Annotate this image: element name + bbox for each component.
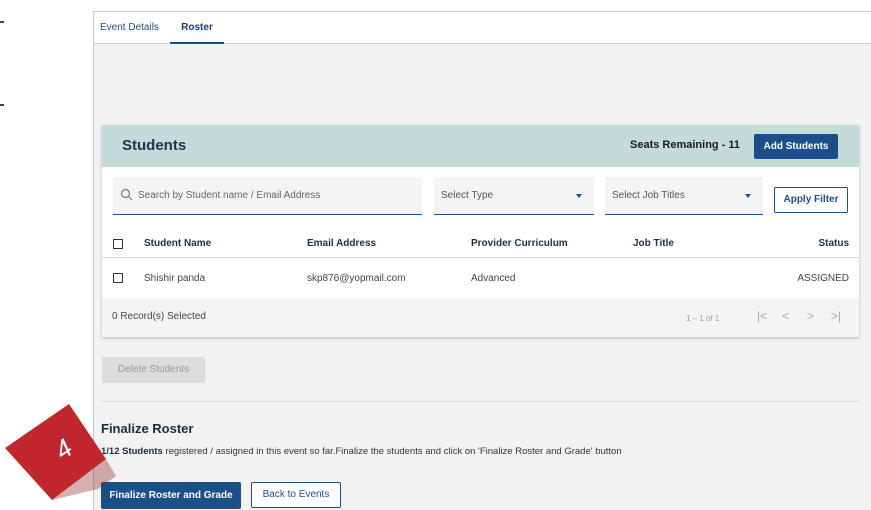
next-page-icon[interactable]: >	[807, 309, 814, 323]
records-selected: 0 Record(s) Selected	[112, 311, 206, 322]
tab-bar: Event Details Roster	[94, 12, 871, 44]
students-header: Students Seats Remaining - 11 Add Studen…	[102, 125, 859, 167]
filter-bar: Search by Student name / Email Address S…	[102, 167, 859, 215]
chevron-down-icon	[576, 194, 582, 198]
student-status: ASSIGNED	[797, 272, 849, 284]
section-divider	[102, 401, 859, 402]
margin-dot	[0, 104, 4, 106]
student-curriculum: Advanced	[471, 272, 516, 284]
pagination-range: 1 – 1 of 1	[686, 314, 720, 323]
column-header-status[interactable]: Status	[818, 229, 849, 257]
column-header-student-name[interactable]: Student Name	[144, 229, 211, 257]
finalize-instructions: registered / assigned in this event so f…	[162, 446, 622, 457]
students-card: Students Seats Remaining - 11 Add Studen…	[102, 125, 859, 337]
row-checkbox[interactable]	[113, 273, 123, 283]
search-placeholder: Search by Student name / Email Address	[138, 190, 321, 201]
column-header-curriculum[interactable]: Provider Curriculum	[471, 229, 568, 257]
finalize-description: 1/12 Students registered / assigned in t…	[101, 446, 622, 457]
back-to-events-button[interactable]: Back to Events	[251, 482, 341, 508]
step-arrow-shape	[5, 404, 106, 500]
margin-dot	[0, 21, 4, 23]
students-title: Students	[122, 137, 187, 154]
finalize-roster-button[interactable]: Finalize Roster and Grade	[101, 482, 241, 509]
column-header-email[interactable]: Email Address	[307, 229, 376, 257]
chevron-down-icon	[745, 194, 751, 198]
type-select-value: Select Type	[441, 190, 494, 201]
apply-filter-button[interactable]: Apply Filter	[774, 187, 848, 213]
registered-count: 1/12 Students	[101, 446, 163, 457]
search-icon	[120, 188, 133, 201]
roster-panel: Event Details Roster Students Seats Rema…	[93, 11, 871, 510]
select-all-checkbox[interactable]	[113, 239, 123, 249]
tab-event-details[interactable]: Event Details	[100, 12, 159, 44]
search-input[interactable]: Search by Student name / Email Address	[113, 177, 422, 215]
column-header-job-title[interactable]: Job Title	[633, 229, 674, 257]
last-page-icon[interactable]: >|	[831, 309, 841, 323]
student-name: Shishir panda	[144, 272, 206, 284]
delete-students-button[interactable]: Delete Students	[102, 357, 205, 383]
job-titles-select[interactable]: Select Job Titles	[605, 177, 763, 215]
seats-remaining: Seats Remaining - 11	[630, 139, 741, 151]
finalize-roster-title: Finalize Roster	[101, 421, 194, 436]
table-row: Shishir panda skp876@yopmail.com Advance…	[102, 258, 859, 298]
table-header: Student Name Email Address Provider Curr…	[102, 229, 859, 258]
first-page-icon[interactable]: |<	[757, 309, 767, 323]
student-email: skp876@yopmail.com	[307, 272, 406, 284]
tab-roster[interactable]: Roster	[170, 12, 224, 44]
add-students-button[interactable]: Add Students	[754, 134, 838, 159]
table-footer: 0 Record(s) Selected 1 – 1 of 1 |< < > >…	[102, 298, 859, 337]
type-select[interactable]: Select Type	[434, 177, 594, 215]
previous-page-icon[interactable]: <	[782, 309, 789, 323]
step-number: 4	[49, 433, 78, 466]
job-titles-select-value: Select Job Titles	[612, 190, 685, 201]
